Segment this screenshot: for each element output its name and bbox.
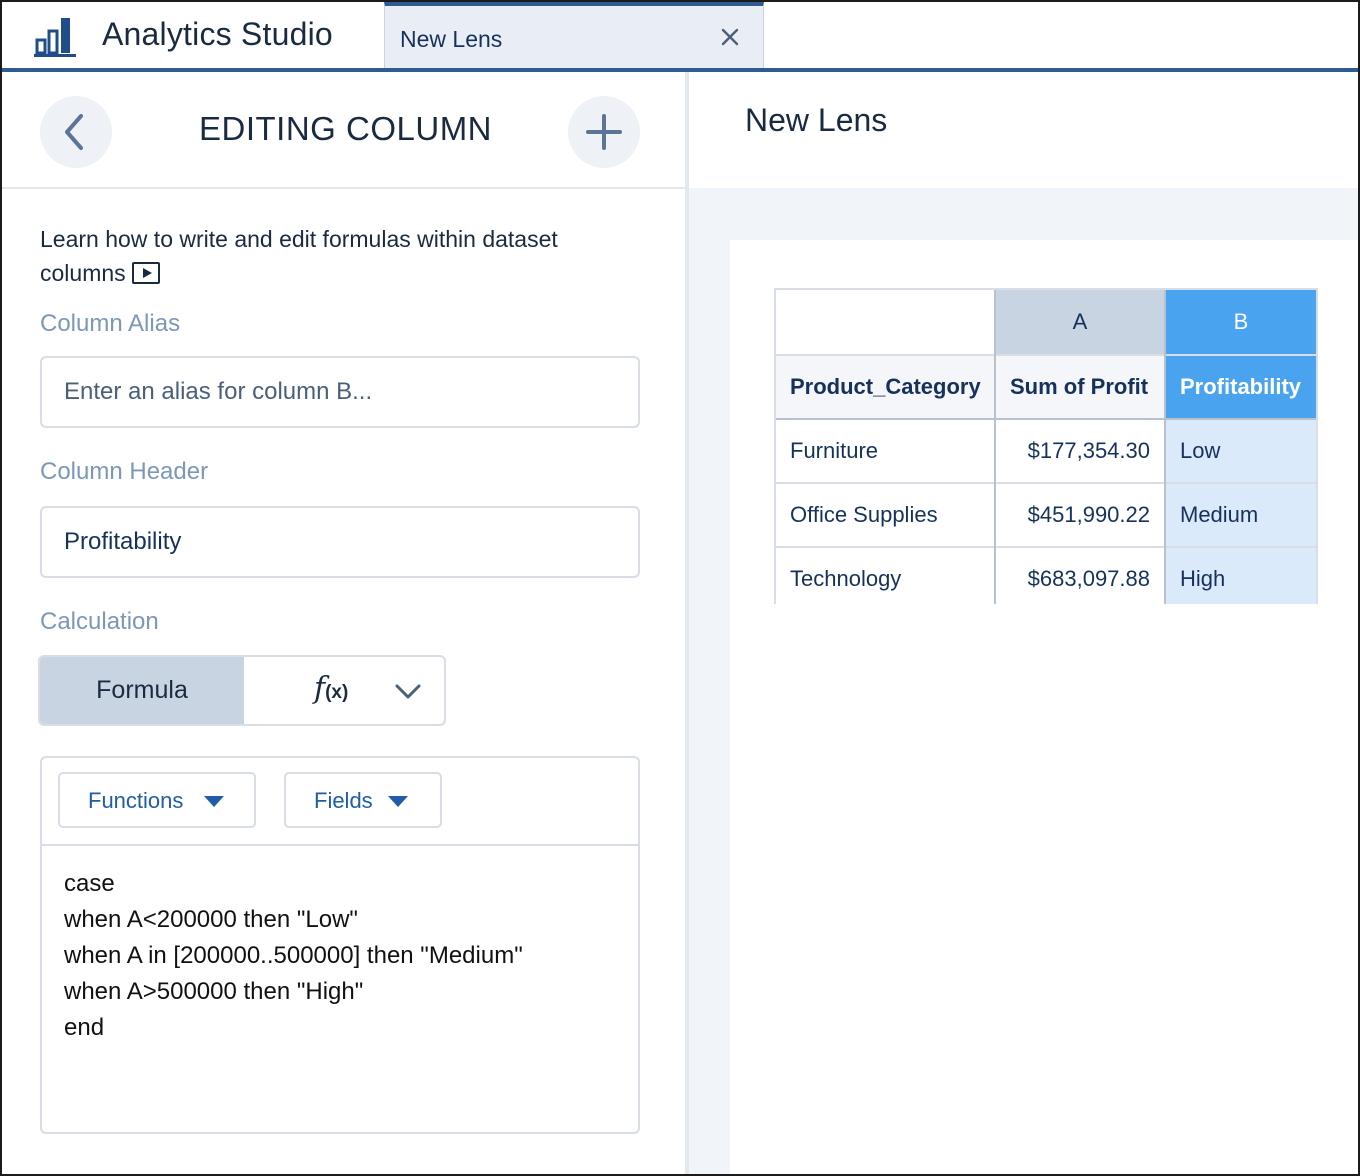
formula-toolbar: Functions Fields bbox=[42, 758, 638, 846]
calculation-label: Calculation bbox=[40, 608, 159, 635]
column-alias-input[interactable] bbox=[42, 358, 638, 426]
table-cell: Medium bbox=[1166, 484, 1316, 546]
lens-header: New Lens bbox=[689, 72, 1358, 188]
caret-down-icon bbox=[204, 796, 224, 807]
functions-dropdown-button[interactable]: Functions bbox=[58, 772, 256, 828]
table-cell: Low bbox=[1166, 420, 1316, 482]
column-header-profitability[interactable]: Profitability bbox=[1166, 356, 1316, 418]
formula-option[interactable]: Formula bbox=[40, 657, 244, 724]
formula-help: Learn how to write and edit formulas wit… bbox=[40, 222, 640, 290]
grid-line bbox=[1316, 290, 1318, 604]
column-header-field[interactable] bbox=[40, 506, 640, 578]
close-icon[interactable] bbox=[717, 24, 743, 50]
table-cell: High bbox=[1166, 548, 1316, 604]
lens-title: New Lens bbox=[745, 102, 888, 138]
calculation-type-selector: Formula f(x) bbox=[38, 655, 446, 726]
bar-chart-icon bbox=[34, 18, 76, 57]
add-button[interactable] bbox=[568, 96, 640, 168]
compare-table: A B Product_Category Sum of Profit Profi… bbox=[774, 288, 1318, 604]
column-header-label: Column Header bbox=[40, 458, 209, 485]
table-cell: Furniture bbox=[790, 438, 879, 463]
column-header-sum-of-profit[interactable]: Sum of Profit bbox=[996, 356, 1164, 418]
function-icon: f(x) bbox=[314, 671, 349, 706]
chevron-left-icon bbox=[65, 114, 83, 150]
functions-label: Functions bbox=[88, 788, 184, 813]
lens-panel: New Lens A B Product_Category Sum of Pro… bbox=[689, 72, 1358, 1174]
formula-textarea[interactable]: case when A<200000 then "Low" when A in … bbox=[64, 866, 523, 1046]
formula-editor: Functions Fields case when A<200000 then… bbox=[40, 756, 640, 1134]
column-letter-b[interactable]: B bbox=[1166, 290, 1316, 354]
panel-title: EDITING COLUMN bbox=[199, 110, 493, 147]
video-play-icon[interactable] bbox=[131, 262, 160, 284]
panel-header: EDITING COLUMN bbox=[2, 72, 685, 189]
back-button[interactable] bbox=[40, 96, 112, 168]
column-alias-label: Column Alias bbox=[40, 310, 181, 337]
column-header-product-category[interactable]: Product_Category bbox=[776, 356, 994, 418]
table-cell: Office Supplies bbox=[790, 502, 938, 527]
corner-cell bbox=[776, 290, 994, 354]
grid-line bbox=[776, 418, 1318, 420]
tab-label: New Lens bbox=[400, 26, 503, 52]
plus-icon bbox=[586, 114, 622, 150]
function-picker[interactable]: f(x) bbox=[244, 657, 444, 724]
grid-line bbox=[1164, 290, 1166, 604]
column-header-input[interactable] bbox=[42, 508, 638, 576]
fields-dropdown-button[interactable]: Fields bbox=[284, 772, 442, 828]
table-cell: $177,354.30 bbox=[1027, 438, 1150, 463]
app-title: Analytics Studio bbox=[102, 16, 333, 52]
tab-new-lens[interactable]: New Lens bbox=[384, 2, 764, 68]
fields-label: Fields bbox=[314, 788, 373, 813]
caret-down-icon bbox=[388, 796, 408, 807]
table-cell: Technology bbox=[790, 566, 902, 591]
grid-line bbox=[776, 546, 1318, 548]
help-text: Learn how to write and edit formulas wit… bbox=[40, 226, 558, 286]
grid-line bbox=[776, 482, 1318, 484]
chevron-down-icon bbox=[395, 684, 421, 699]
grid-line bbox=[994, 290, 996, 604]
column-alias-field[interactable] bbox=[40, 356, 640, 428]
table-cell: $451,990.22 bbox=[1027, 502, 1150, 527]
grid-line bbox=[776, 354, 1318, 356]
table-cell: $683,097.88 bbox=[1027, 566, 1150, 591]
editing-column-panel: EDITING COLUMN Learn how to write and ed… bbox=[2, 72, 685, 1174]
column-letter-a[interactable]: A bbox=[996, 290, 1164, 354]
lens-canvas: A B Product_Category Sum of Profit Profi… bbox=[730, 240, 1358, 1174]
